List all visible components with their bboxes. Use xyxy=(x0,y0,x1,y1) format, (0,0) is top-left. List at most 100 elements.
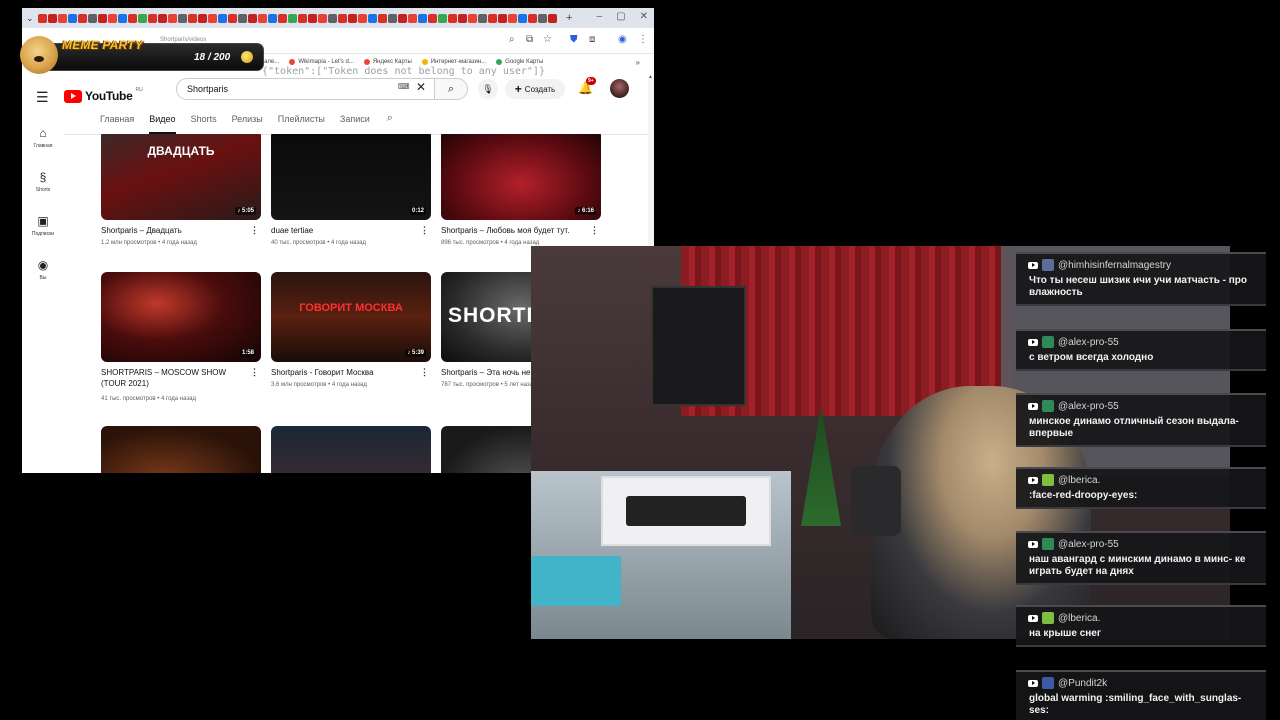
tab-favicon-icon[interactable] xyxy=(168,13,177,23)
tab-favicon-icon[interactable] xyxy=(148,13,157,23)
minimize-icon[interactable]: – xyxy=(597,11,603,22)
tab-favicon-icon[interactable] xyxy=(548,13,557,23)
tab-favicon-icon[interactable] xyxy=(138,13,147,23)
install-icon[interactable]: ⧉ xyxy=(526,34,533,45)
tab-1[interactable]: Видео xyxy=(149,112,176,134)
channel-search-icon[interactable]: ⌕ xyxy=(387,112,393,134)
tab-favicon-icon[interactable] xyxy=(338,13,347,23)
tab-favicon-icon[interactable] xyxy=(538,13,547,23)
profile-icon[interactable]: ◉ xyxy=(618,34,627,45)
account-avatar[interactable] xyxy=(610,79,629,98)
youtube-logo[interactable]: YouTube RU xyxy=(64,87,143,103)
video-title[interactable]: Shortparis - Говорит Москва xyxy=(271,367,421,378)
tab-favicon-icon[interactable] xyxy=(368,13,377,23)
clear-search-icon[interactable]: ✕ xyxy=(416,80,426,94)
tab-0[interactable]: Главная xyxy=(100,112,134,134)
guide-item-3[interactable]: ◉ Вы xyxy=(22,258,64,281)
video-title[interactable]: duae tertiae xyxy=(271,225,421,236)
tab-favicon-icon[interactable] xyxy=(448,13,457,23)
tab-favicon-icon[interactable] xyxy=(408,13,417,23)
tab-favicon-icon[interactable] xyxy=(238,13,247,23)
tab-favicon-icon[interactable] xyxy=(468,13,477,23)
tab-favicon-icon[interactable] xyxy=(108,13,117,23)
tab-favicon-icon[interactable] xyxy=(298,13,307,23)
video-menu-icon[interactable]: ⋮ xyxy=(420,225,429,236)
tab-favicon-icon[interactable] xyxy=(288,13,297,23)
tab-favicon-icon[interactable] xyxy=(198,13,207,23)
extensions-icon[interactable]: ⧈ xyxy=(589,34,595,45)
video-card[interactable]: ДВАДЦАТЬ ♪ 5:05 Shortparis – Двадцать ⋮ 1,2 … xyxy=(101,134,261,260)
tab-favicon-icon[interactable] xyxy=(268,13,277,23)
tab-favicon-icon[interactable] xyxy=(38,13,47,23)
guide-item-2[interactable]: ▣ Подписки xyxy=(22,214,64,237)
tab-favicon-icon[interactable] xyxy=(78,13,87,23)
tab-favicon-icon[interactable] xyxy=(128,13,137,23)
scroll-up-arrow-icon[interactable]: ▲ xyxy=(648,74,653,80)
tab-favicon-icon[interactable] xyxy=(208,13,217,23)
video-menu-icon[interactable]: ⋮ xyxy=(250,225,259,236)
tab-favicon-icon[interactable] xyxy=(98,13,107,23)
tab-favicon-icon[interactable] xyxy=(118,13,127,23)
tab-favicon-icon[interactable] xyxy=(188,13,197,23)
video-thumbnail[interactable] xyxy=(101,426,261,473)
video-thumbnail[interactable]: 0:12 xyxy=(271,134,431,220)
tab-favicon-icon[interactable] xyxy=(308,13,317,23)
tab-5[interactable]: Записи xyxy=(340,112,370,134)
maximize-icon[interactable]: ▢ xyxy=(616,11,625,22)
tab-favicon-icon[interactable] xyxy=(358,13,367,23)
video-thumbnail[interactable] xyxy=(271,426,431,473)
search-input[interactable]: Shortparis xyxy=(176,78,435,100)
new-tab-icon[interactable]: + xyxy=(566,12,572,24)
video-menu-icon[interactable]: ⋮ xyxy=(420,367,429,378)
close-window-icon[interactable]: ✕ xyxy=(640,11,648,22)
search-button[interactable]: ⌕ xyxy=(434,78,468,100)
tab-favicon-icon[interactable] xyxy=(68,13,77,23)
tab-favicon-icon[interactable] xyxy=(418,13,427,23)
tab-favicon-icon[interactable] xyxy=(508,13,517,23)
zoom-icon[interactable]: ⌕ xyxy=(509,34,515,45)
video-card[interactable] xyxy=(101,426,261,473)
tab-favicon-icon[interactable] xyxy=(488,13,497,23)
tab-favicon-icon[interactable] xyxy=(528,13,537,23)
tab-favicon-icon[interactable] xyxy=(478,13,487,23)
tab-search-menu-icon[interactable]: ⌄ xyxy=(26,13,38,24)
video-card[interactable] xyxy=(271,426,431,473)
video-title[interactable]: Shortparis – Двадцать xyxy=(101,225,251,236)
tab-favicon-icon[interactable] xyxy=(258,13,267,23)
tab-4[interactable]: Плейлисты xyxy=(278,112,325,134)
tab-favicon-icon[interactable] xyxy=(388,13,397,23)
tab-favicon-icon[interactable] xyxy=(328,13,337,23)
video-card[interactable]: ♪ 6:16 Shortparis – Любовь моя будет тут.… xyxy=(441,134,601,260)
tab-favicon-icon[interactable] xyxy=(348,13,357,23)
guide-item-0[interactable]: ⌂ Главная xyxy=(22,126,64,149)
tab-favicon-icon[interactable] xyxy=(428,13,437,23)
video-card[interactable]: ГОВОРИТ МОСКВА ♪ 5:39 Shortparis - Говорит… xyxy=(271,272,431,402)
tab-favicon-icon[interactable] xyxy=(518,13,527,23)
tab-2[interactable]: Shorts xyxy=(191,112,217,134)
tab-favicon-icon[interactable] xyxy=(248,13,257,23)
video-card[interactable]: 0:12 duae tertiae ⋮ 40 тыс. просмотров • 4 … xyxy=(271,134,431,260)
video-thumbnail[interactable]: ГОВОРИТ МОСКВА ♪ 5:39 xyxy=(271,272,431,362)
tab-favicon-icon[interactable] xyxy=(48,13,57,23)
bookmark-item[interactable]: Яндекс Карты xyxy=(363,59,412,65)
tab-favicon-icon[interactable] xyxy=(498,13,507,23)
video-menu-icon[interactable]: ⋮ xyxy=(250,367,259,378)
guide-item-1[interactable]: § Shorts xyxy=(22,170,64,193)
video-card[interactable]: 1:58 SHORTPARIS – MOSCOW SHOW (TOUR 2021)… xyxy=(101,272,261,402)
tab-favicon-icon[interactable] xyxy=(158,13,167,23)
tab-favicon-icon[interactable] xyxy=(398,13,407,23)
video-title[interactable]: Shortparis – Любовь моя будет тут. xyxy=(441,225,591,236)
tab-favicon-icon[interactable] xyxy=(88,13,97,23)
voice-search-button[interactable]: 🎙 xyxy=(478,79,498,99)
create-button[interactable]: + Создать xyxy=(505,79,565,99)
bookmark-item[interactable]: Wikimapia - Let's d... xyxy=(289,59,354,65)
tab-favicon-icon[interactable] xyxy=(438,13,447,23)
bookmarks-overflow-icon[interactable]: » xyxy=(636,58,640,67)
browser-menu-icon[interactable]: ⋮ xyxy=(638,34,648,45)
tab-favicon-icon[interactable] xyxy=(318,13,327,23)
bookmark-item[interactable]: Интернет-магазин... xyxy=(421,59,486,65)
tab-favicon-icon[interactable] xyxy=(458,13,467,23)
tab-favicon-icon[interactable] xyxy=(378,13,387,23)
video-thumbnail[interactable]: 1:58 xyxy=(101,272,261,362)
keyboard-icon[interactable]: ⌨ xyxy=(398,82,410,91)
